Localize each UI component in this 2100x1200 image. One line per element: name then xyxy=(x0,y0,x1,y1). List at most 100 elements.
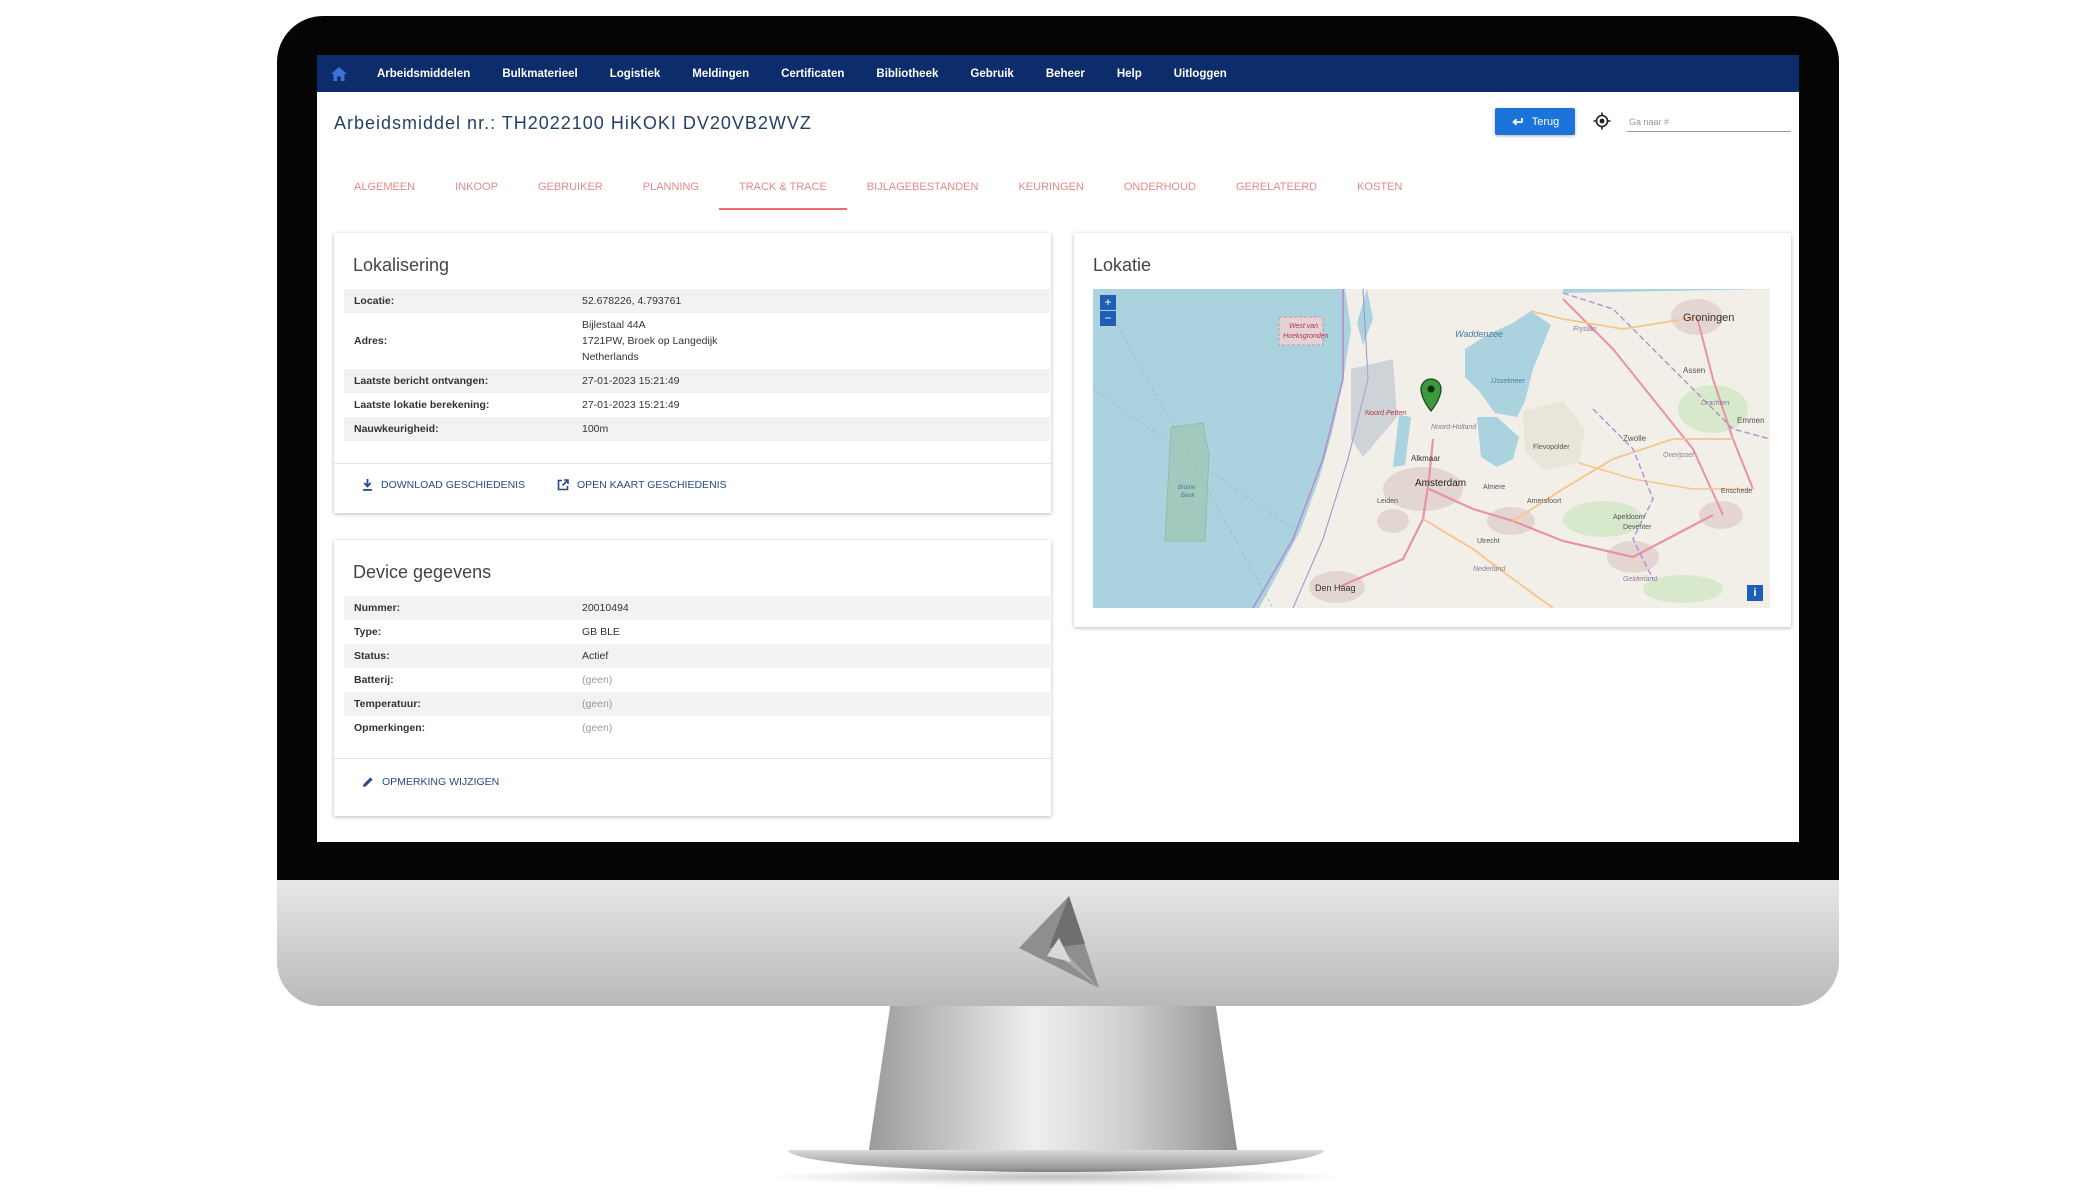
nav-item-bibliotheek[interactable]: Bibliotheek xyxy=(860,68,954,80)
info-value: GB BLE xyxy=(582,626,620,638)
address-line: Netherlands xyxy=(582,351,639,363)
location-map[interactable]: Groningen Waddenzee Assen Emmen Drachten… xyxy=(1093,289,1770,608)
lokalisering-table: Locatie: 52.678226, 4.793761 Adres: Bijl… xyxy=(344,289,1050,441)
gps-locate-icon[interactable] xyxy=(1593,112,1611,130)
map-label-apeldoorn: Apeldoorn xyxy=(1613,514,1645,521)
nav-item-certificaten[interactable]: Certificaten xyxy=(765,68,860,80)
goto-input[interactable] xyxy=(1627,112,1791,132)
tab-algemeen[interactable]: ALGEMEEN xyxy=(334,173,435,210)
map-label-bank: Bank xyxy=(1181,493,1196,499)
home-icon[interactable] xyxy=(317,66,361,81)
device-table: Nummer: 20010494 Type: GB BLE Status: Ac… xyxy=(344,596,1050,740)
tab-bijlagebestanden[interactable]: BIJLAGEBESTANDEN xyxy=(847,173,999,210)
map-label-almere: Almere xyxy=(1483,484,1505,491)
map-label-alkmaar: Alkmaar xyxy=(1411,454,1441,463)
download-history-button[interactable]: DOWNLOAD GESCHIEDENIS xyxy=(362,479,525,491)
card-divider xyxy=(334,463,1051,464)
tab-gerelateerd[interactable]: GERELATEERD xyxy=(1216,173,1337,210)
info-label: Nummer: xyxy=(354,602,401,614)
nav-item-help[interactable]: Help xyxy=(1101,68,1158,80)
nav-item-gebruik[interactable]: Gebruik xyxy=(954,68,1029,80)
tab-track-and-trace[interactable]: TRACK & TRACE xyxy=(718,173,847,210)
download-icon xyxy=(363,479,372,491)
tab-inkoop[interactable]: INKOOP xyxy=(435,173,518,210)
map-label-leiden: Leiden xyxy=(1377,498,1398,505)
info-row-laatste-bericht: Laatste bericht ontvangen: 27-01-2023 15… xyxy=(344,369,1050,393)
info-row-nummer: Nummer: 20010494 xyxy=(344,596,1050,620)
info-label: Laatste bericht ontvangen: xyxy=(354,375,489,387)
map-label-noord-holland: Noord-Holland xyxy=(1431,424,1477,431)
map-zoom-out-button[interactable]: − xyxy=(1100,311,1116,326)
open-map-history-button[interactable]: OPEN KAART GESCHIEDENIS xyxy=(557,479,727,491)
map-label-amersfoort: Amersfoort xyxy=(1527,498,1561,505)
lokatie-card: Lokatie Groningen Waddenzee Assen Emmen … xyxy=(1074,233,1791,627)
download-history-label: DOWNLOAD GESCHIEDENIS xyxy=(381,479,526,491)
info-value: 52.678226, 4.793761 xyxy=(582,295,682,307)
info-value: (geen) xyxy=(582,698,613,710)
device-card: Device gegevens Nummer: 20010494 Type: G… xyxy=(334,540,1051,816)
address-line: 1721PW, Broek op Langedijk xyxy=(582,335,718,347)
tab-planning[interactable]: PLANNING xyxy=(623,173,719,210)
map-label-nederland: Nederland xyxy=(1473,566,1506,573)
nav-item-beheer[interactable]: Beheer xyxy=(1030,68,1101,80)
lokalisering-card: Lokalisering Locatie: 52.678226, 4.79376… xyxy=(334,233,1051,513)
back-button[interactable]: Terug xyxy=(1495,108,1575,135)
info-value: Actief xyxy=(582,650,609,662)
info-label: Nauwkeurigheid: xyxy=(354,423,439,435)
info-row-status: Status: Actief xyxy=(344,644,1050,668)
edit-remark-button[interactable]: OPMERKING WIJZIGEN xyxy=(362,776,499,788)
info-row-temperatuur: Temperatuur: (geen) xyxy=(344,692,1050,716)
map-label-west-van: West van xyxy=(1289,323,1318,330)
nav-item-bulkmaterieel[interactable]: Bulkmaterieel xyxy=(486,68,593,80)
nav-item-arbeidsmiddelen[interactable]: Arbeidsmiddelen xyxy=(361,68,486,80)
map-canvas[interactable]: Groningen Waddenzee Assen Emmen Drachten… xyxy=(1093,289,1770,608)
lokalisering-title: Lokalisering xyxy=(353,255,450,275)
map-label-ijsselmeer: IJsselmeer xyxy=(1491,378,1526,385)
info-row-batterij: Batterij: (geen) xyxy=(344,668,1050,692)
map-label-emmen: Emmen xyxy=(1737,416,1765,425)
map-info-icon[interactable]: i xyxy=(1747,585,1763,601)
monitor-stand-neck xyxy=(868,1006,1238,1156)
edit-remark-label: OPMERKING WIJZIGEN xyxy=(382,776,500,788)
map-label-groningen: Groningen xyxy=(1683,312,1734,324)
nav-item-logistiek[interactable]: Logistiek xyxy=(594,68,676,80)
open-external-icon xyxy=(557,479,569,491)
map-label-zwolle: Zwolle xyxy=(1623,434,1647,443)
top-navigation: Arbeidsmiddelen Bulkmaterieel Logistiek … xyxy=(317,55,1799,92)
info-label: Batterij: xyxy=(354,674,394,686)
info-value: (geen) xyxy=(582,722,613,734)
info-label: Type: xyxy=(354,626,382,638)
info-row-type: Type: GB BLE xyxy=(344,620,1050,644)
info-value: 100m xyxy=(582,423,609,435)
info-value: 20010494 xyxy=(582,602,629,614)
tab-keuringen[interactable]: KEURINGEN xyxy=(998,173,1103,210)
info-row-laatste-lokatie: Laatste lokatie berekening: 27-01-2023 1… xyxy=(344,393,1050,417)
map-label-utrecht: Utrecht xyxy=(1477,538,1500,545)
tab-kosten[interactable]: KOSTEN xyxy=(1337,173,1422,210)
map-label-overijssel: Overijssel xyxy=(1663,452,1694,459)
monitor-shadow xyxy=(760,1168,1350,1186)
return-arrow-icon xyxy=(1512,117,1523,125)
device-title: Device gegevens xyxy=(353,562,492,582)
open-map-history-label: OPEN KAART GESCHIEDENIS xyxy=(577,479,727,491)
map-zoom-in-button[interactable]: + xyxy=(1100,295,1116,310)
card-divider xyxy=(334,758,1051,759)
tab-bar: ALGEMEEN INKOOP GEBRUIKER PLANNING TRACK… xyxy=(334,173,1422,210)
info-row-locatie: Locatie: 52.678226, 4.793761 xyxy=(344,289,1050,313)
map-label-noord-petten: Noord Petten xyxy=(1365,410,1406,417)
page-header: Arbeidsmiddel nr.: TH2022100 HiKOKI DV20… xyxy=(317,92,1799,154)
tab-onderhoud[interactable]: ONDERHOUD xyxy=(1104,173,1216,210)
nav-item-meldingen[interactable]: Meldingen xyxy=(676,68,765,80)
address-line: Bijlestaal 44A xyxy=(582,319,646,331)
info-value: 27-01-2023 15:21:49 xyxy=(582,399,680,411)
info-row-nauwkeurigheid: Nauwkeurigheid: 100m xyxy=(344,417,1050,441)
tab-gebruiker[interactable]: GEBRUIKER xyxy=(518,173,623,210)
info-label: Temperatuur: xyxy=(354,698,421,710)
info-label: Opmerkingen: xyxy=(354,722,426,734)
info-label: Status: xyxy=(354,650,390,662)
info-row-adres: Adres: Bijlestaal 44A 1721PW, Broek op L… xyxy=(344,313,1050,369)
brand-logo xyxy=(1019,896,1099,988)
map-label-assen: Assen xyxy=(1683,366,1705,375)
map-label-den-haag: Den Haag xyxy=(1315,583,1356,593)
nav-item-uitloggen[interactable]: Uitloggen xyxy=(1158,68,1243,80)
